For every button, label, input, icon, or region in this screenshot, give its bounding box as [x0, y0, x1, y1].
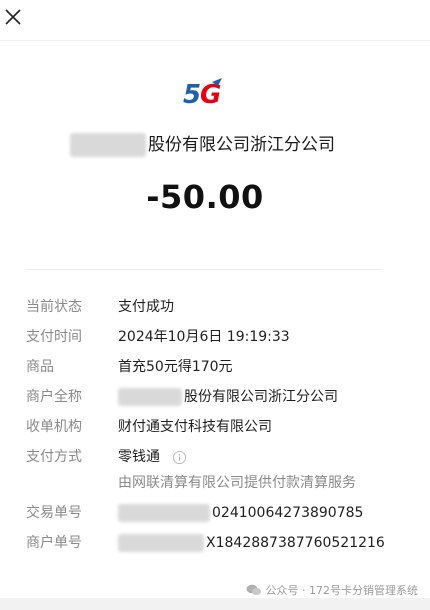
detail-value: X1842887387760521216	[118, 532, 385, 554]
detail-label: 商品	[26, 359, 54, 375]
detail-label: 支付方式	[26, 449, 82, 465]
info-icon[interactable]	[172, 450, 187, 465]
detail-row-merchant-order-id: 商户单号 X1842887387760521216	[26, 532, 406, 554]
redacted-text	[70, 133, 146, 157]
top-bar	[0, 0, 430, 41]
merchant-name: 股份有限公司浙江分公司	[70, 132, 360, 158]
bottom-strip	[0, 598, 430, 610]
detail-value-text: 零钱通	[118, 449, 160, 465]
divider	[26, 269, 382, 270]
detail-value: 02410064273890785	[118, 502, 363, 524]
detail-value: 财付通支付科技有限公司	[118, 419, 272, 435]
close-button[interactable]	[3, 7, 23, 27]
detail-row-payment-method: 支付方式 零钱通	[26, 446, 406, 468]
svg-text:5: 5	[183, 80, 201, 110]
redacted-text	[118, 388, 182, 406]
clearing-service-note: 由网联清算有限公司提供付款清算服务	[118, 475, 356, 491]
detail-label: 收单机构	[26, 419, 82, 435]
detail-label: 当前状态	[26, 299, 82, 315]
detail-value-text: 02410064273890785	[212, 505, 364, 521]
detail-value: 首充50元得170元	[118, 359, 233, 375]
redacted-text	[118, 534, 204, 552]
payment-amount: -50.00	[146, 178, 264, 216]
detail-row-acquirer: 收单机构 财付通支付科技有限公司	[26, 416, 406, 438]
detail-value-text: X1842887387760521216	[206, 535, 385, 551]
detail-value-text: 股份有限公司浙江分公司	[184, 389, 338, 405]
detail-label: 商户单号	[26, 535, 82, 551]
detail-row-transaction-id: 交易单号 02410064273890785	[26, 502, 406, 524]
detail-value: 支付成功	[118, 299, 174, 315]
detail-value: 2024年10月6日 19:19:33	[118, 329, 290, 345]
detail-row-merchant-fullname: 商户全称 股份有限公司浙江分公司	[26, 386, 406, 408]
close-icon	[5, 9, 21, 25]
redacted-text	[118, 504, 210, 522]
detail-label: 交易单号	[26, 505, 82, 521]
watermark: 公众号 · 172号卡分销管理系统	[246, 582, 419, 598]
detail-row-status: 当前状态 支付成功	[26, 296, 406, 318]
detail-label: 支付时间	[26, 329, 82, 345]
detail-value: 零钱通	[118, 446, 187, 468]
watermark-text: 公众号 · 172号卡分销管理系统	[265, 584, 419, 597]
detail-row-product: 商品 首充50元得170元	[26, 356, 406, 378]
detail-value: 股份有限公司浙江分公司	[118, 386, 338, 408]
wechat-icon	[246, 584, 261, 596]
detail-row-time: 支付时间 2024年10月6日 19:19:33	[26, 326, 406, 348]
carrier-5g-logo: 5 G	[182, 76, 226, 110]
detail-label: 商户全称	[26, 389, 82, 405]
merchant-name-text: 股份有限公司浙江分公司	[148, 135, 335, 155]
